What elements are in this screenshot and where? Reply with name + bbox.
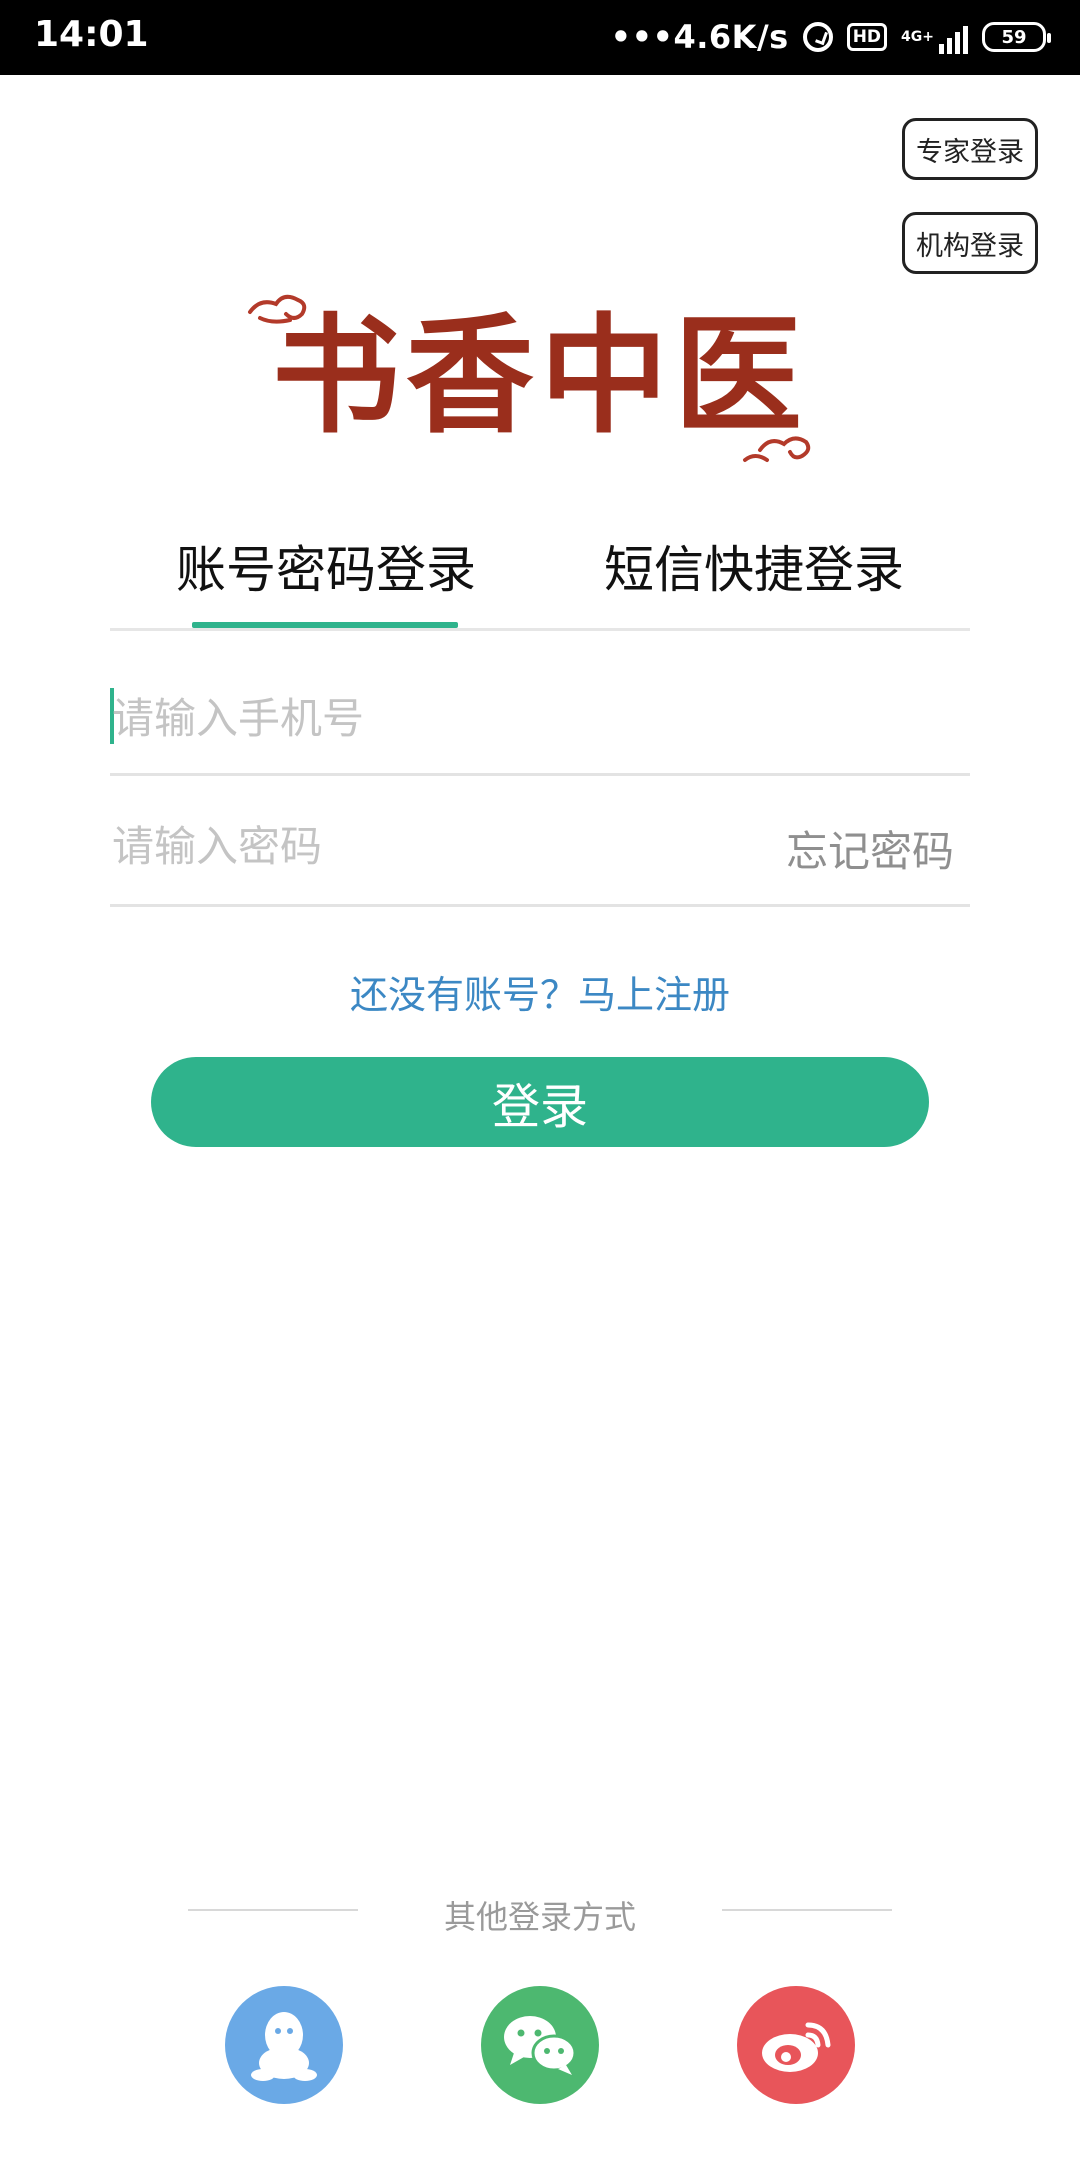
network-speed: •••4.6K/s [610,18,789,56]
weibo-icon [762,2022,831,2072]
divider-right [722,1909,892,1911]
qq-login-button[interactable] [225,1986,343,2104]
register-link[interactable]: 还没有账号？马上注册 [0,964,1080,1019]
tab-account-password[interactable]: 账号密码登录 [176,530,476,602]
status-icons: •••4.6K/s HD 4G+ 59 [610,14,1051,60]
expert-login-button[interactable]: 专家登录 [902,118,1038,180]
battery-icon: 59 [982,22,1051,52]
phone-underline [110,773,970,776]
alarm-icon [802,22,833,52]
tab-divider [110,628,970,631]
qq-icon [251,2012,317,2081]
forgot-password-link[interactable]: 忘记密码 [786,818,954,879]
other-login-title: 其他登录方式 [443,1898,636,1936]
wechat-login-button[interactable] [481,1986,599,2104]
hd-icon: HD [846,23,888,51]
wechat-icon [504,2016,577,2075]
app-logo: 书香中医 [248,294,811,462]
phone-input[interactable] [112,688,952,748]
weibo-login-button[interactable] [737,1986,855,2104]
status-bar: 14:01 •••4.6K/s HD 4G+ 59 [0,0,1080,75]
signal-icon: 4G+ [901,20,968,54]
tab-sms-login[interactable]: 短信快捷登录 [604,530,904,602]
password-input[interactable] [112,816,712,876]
network-type: 4G+ [901,29,934,45]
institution-login-button[interactable]: 机构登录 [902,212,1038,274]
battery-level: 59 [1001,26,1027,48]
status-time: 14:01 [34,14,149,55]
login-button[interactable]: 登录 [151,1057,929,1147]
password-underline [110,904,970,907]
logo-text: 书香中医 [272,301,808,451]
